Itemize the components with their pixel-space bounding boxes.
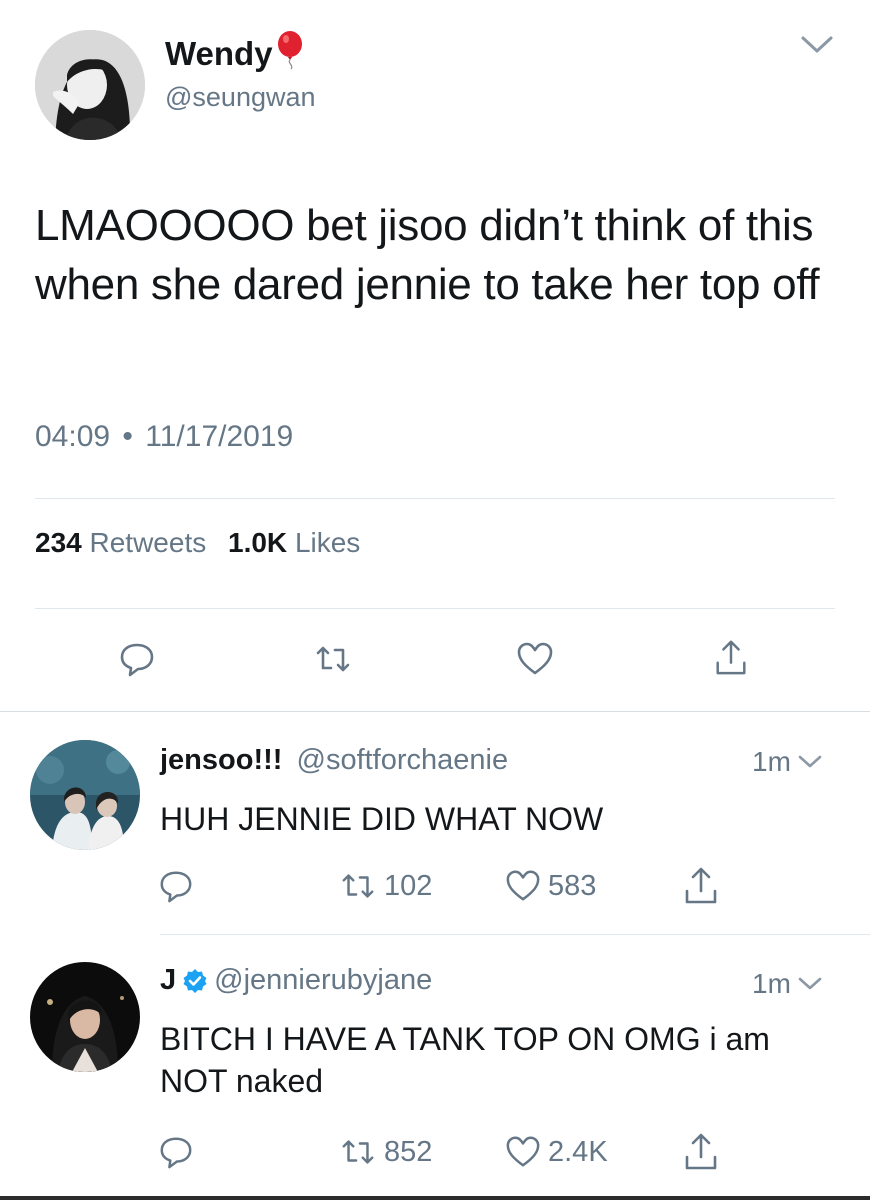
reply-display-name[interactable]: jensoo!!! bbox=[160, 744, 282, 776]
avatar-jensoo[interactable] bbox=[30, 740, 140, 850]
like-count: 1.0K bbox=[228, 527, 288, 558]
tweet-stats: 234 Retweets 1.0K Likes bbox=[35, 527, 360, 559]
retweet-icon bbox=[342, 1140, 374, 1164]
reply-header: J @jennierubyjane bbox=[160, 964, 432, 997]
avatar-wendy[interactable] bbox=[35, 30, 145, 140]
share-icon bbox=[685, 867, 717, 904]
reply-time-menu[interactable]: 1m bbox=[752, 746, 823, 778]
tweet-text: LMAOOOOO bet jisoo didn’t think of this … bbox=[35, 201, 820, 309]
reply-button[interactable] bbox=[118, 640, 156, 683]
tweet-date: 11/17/2019 bbox=[145, 420, 294, 453]
retweet-label: Retweets bbox=[89, 527, 207, 558]
retweet-button[interactable]: 852 bbox=[338, 1134, 432, 1170]
like-button[interactable] bbox=[516, 640, 554, 683]
display-name-text: Wendy bbox=[165, 35, 273, 72]
reply-time: 1m bbox=[752, 746, 791, 777]
share-button[interactable] bbox=[712, 638, 750, 681]
retweet-icon bbox=[316, 646, 350, 672]
retweets-stat[interactable]: 234 Retweets bbox=[35, 527, 206, 558]
reply-icon bbox=[160, 1137, 192, 1169]
chevron-down-icon[interactable] bbox=[800, 34, 834, 56]
share-button[interactable] bbox=[682, 864, 726, 906]
reply-handle[interactable]: @jennierubyjane bbox=[214, 964, 432, 997]
like-count: 2.4K bbox=[548, 1135, 608, 1168]
like-icon bbox=[506, 1136, 540, 1167]
display-name[interactable]: Wendy bbox=[165, 30, 305, 78]
tweet-timestamp[interactable]: 04:09 • 11/17/2019 bbox=[35, 420, 293, 454]
reply-icon bbox=[120, 643, 154, 677]
retweet-icon bbox=[342, 874, 374, 898]
avatar-jennie[interactable] bbox=[30, 962, 140, 1072]
like-label: Likes bbox=[294, 527, 361, 558]
like-button[interactable]: 583 bbox=[504, 868, 596, 904]
tweet-time: 04:09 bbox=[35, 420, 111, 453]
share-icon bbox=[685, 1133, 717, 1170]
divider bbox=[35, 498, 835, 499]
divider bbox=[0, 711, 870, 712]
reply-time: 1m bbox=[752, 968, 791, 999]
reply-text: HUH JENNIE DID WHAT NOW bbox=[160, 801, 604, 837]
reply-header: jensoo!!! @softforchaenie bbox=[160, 744, 508, 777]
like-count: 583 bbox=[548, 869, 597, 902]
retweet-button[interactable] bbox=[314, 640, 352, 683]
handle[interactable]: @seungwan bbox=[165, 82, 316, 113]
verified-badge-icon bbox=[183, 968, 207, 993]
divider bbox=[35, 608, 835, 609]
like-icon bbox=[517, 642, 553, 675]
retweet-count: 234 bbox=[35, 527, 82, 558]
share-icon bbox=[716, 640, 746, 675]
reply-button[interactable] bbox=[158, 868, 200, 904]
reply-handle[interactable]: @softforchaenie bbox=[297, 744, 509, 776]
reply-display-name[interactable]: J bbox=[160, 964, 176, 997]
reply-button[interactable] bbox=[158, 1134, 200, 1170]
bottom-edge bbox=[0, 1196, 870, 1200]
chevron-down-icon[interactable] bbox=[797, 975, 823, 993]
reply-text: BITCH I HAVE A TANK TOP ON OMG i am NOT … bbox=[160, 1021, 770, 1099]
timestamp-separator: • bbox=[122, 420, 133, 453]
like-icon bbox=[506, 870, 540, 901]
divider bbox=[160, 934, 870, 935]
balloon-emoji-icon bbox=[275, 30, 305, 78]
chevron-down-icon[interactable] bbox=[797, 753, 823, 771]
likes-stat[interactable]: 1.0K Likes bbox=[228, 527, 360, 558]
retweet-count: 852 bbox=[384, 1135, 433, 1168]
retweet-count: 102 bbox=[384, 869, 433, 902]
share-button[interactable] bbox=[682, 1130, 726, 1172]
retweet-button[interactable]: 102 bbox=[338, 868, 432, 904]
reply-time-menu[interactable]: 1m bbox=[752, 968, 823, 1000]
like-button[interactable]: 2.4K bbox=[504, 1134, 608, 1170]
reply-icon bbox=[160, 871, 192, 903]
